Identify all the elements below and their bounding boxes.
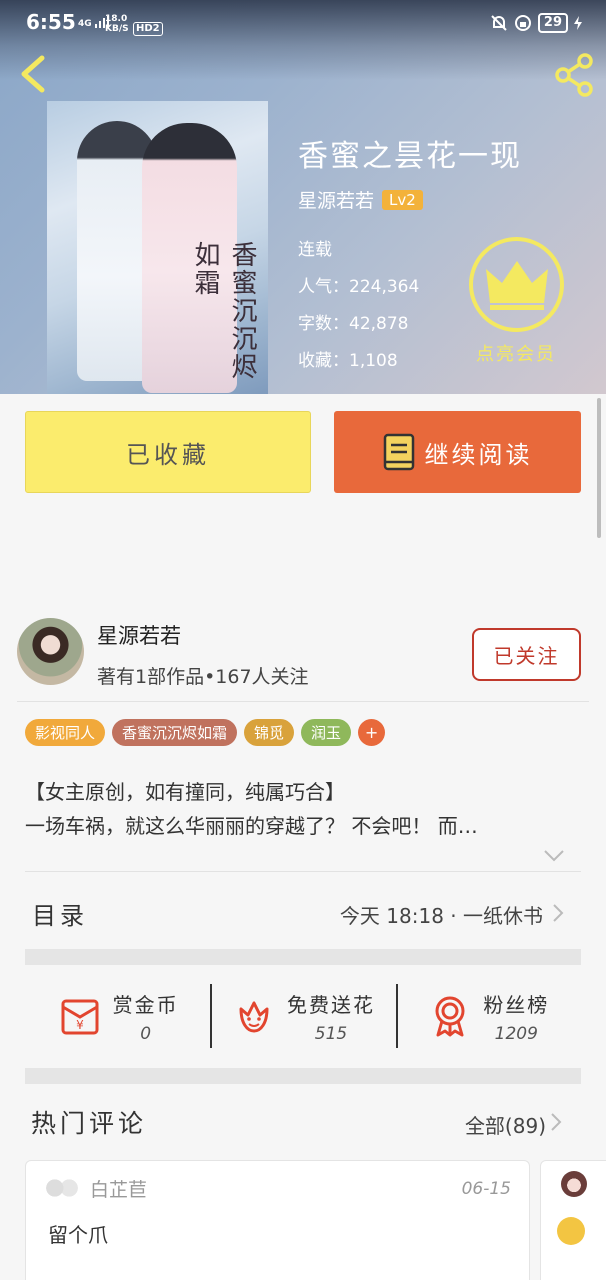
all-comments-link[interactable]: 全部(89) xyxy=(465,1110,546,1139)
commenter-name: 白芷苣 xyxy=(90,1179,148,1201)
stat-value: 515 xyxy=(314,1023,348,1044)
book-icon xyxy=(383,433,414,471)
stat-value: 0 xyxy=(140,1023,152,1044)
cover-title: 香蜜沉沉烬如霜 xyxy=(190,241,257,381)
comment-date: 06-15 xyxy=(461,1179,511,1199)
battery-indicator: 29 xyxy=(537,13,568,33)
medal-icon xyxy=(435,996,465,1037)
synopsis[interactable]: 【女主原创，如有撞同，纯属巧合】 一场车祸，就这么华丽丽的穿越了？ 不会吧！ 而… xyxy=(25,775,565,843)
continue-reading-label: 继续阅读 xyxy=(424,440,533,469)
book-title: 香蜜之昙花一现 xyxy=(298,139,522,174)
section-separator xyxy=(25,1068,581,1084)
svg-text:¥: ¥ xyxy=(76,1018,84,1032)
stat-label: 免费送花 xyxy=(286,992,375,1017)
hot-comments-title: 热门评论 xyxy=(31,1109,148,1138)
stat-value: 1209 xyxy=(494,1023,538,1044)
chevron-right-icon[interactable] xyxy=(550,1112,562,1132)
collected-label: 已收藏 xyxy=(126,440,210,469)
book-author[interactable]: 星源若若 xyxy=(298,186,374,213)
divider xyxy=(25,871,581,872)
network-speed: 18.0 KB/S xyxy=(105,14,129,34)
author-avatar[interactable] xyxy=(17,618,84,685)
author-name[interactable]: 星源若若 xyxy=(97,620,181,650)
author-level-badge: Lv2 xyxy=(382,189,423,210)
status-time: 6:55 xyxy=(26,10,76,34)
fan-ranking-button[interactable]: 粉丝榜 1209 xyxy=(395,978,581,1054)
stat-text: 赏金币 0 xyxy=(113,989,179,1044)
synopsis-line: 一场车祸，就这么华丽丽的穿越了？ 不会吧！ 而… xyxy=(25,814,478,838)
book-word-count: 字数：42,878 xyxy=(298,314,409,334)
comment-card[interactable] xyxy=(540,1160,606,1280)
vip-button[interactable]: 点亮会员 xyxy=(466,237,566,366)
stat-text: 粉丝榜 1209 xyxy=(483,989,549,1044)
synopsis-line: 【女主原创，如有撞同，纯属巧合】 xyxy=(25,780,345,804)
chevron-left-icon xyxy=(21,55,45,93)
flower-icon xyxy=(239,1001,269,1033)
smile-emoji-icon xyxy=(557,1217,585,1245)
stat-text: 免费送花 515 xyxy=(287,989,375,1044)
section-separator xyxy=(25,949,581,965)
scrollbar[interactable] xyxy=(597,398,601,538)
tag-item[interactable]: 锦觅 xyxy=(244,719,295,746)
commenter-avatar xyxy=(561,1171,587,1197)
speed-value: 18.0 xyxy=(105,14,128,24)
share-button[interactable] xyxy=(552,52,598,98)
stat-label: 粉丝榜 xyxy=(483,992,550,1017)
status-right: 29 xyxy=(490,13,582,33)
chevron-right-icon xyxy=(553,904,564,922)
comment-card[interactable]: 白芷苣 06-15 留个爪 xyxy=(25,1160,530,1280)
comment-text: 留个爪 xyxy=(48,1223,108,1247)
red-envelope-icon: ¥ xyxy=(61,999,99,1035)
hd-badge: HD2 xyxy=(133,22,163,36)
reward-coins-button[interactable]: ¥ 赏金币 0 xyxy=(25,978,210,1054)
book-cover[interactable]: 香蜜沉沉烬如霜 xyxy=(47,101,268,394)
book-favorites: 收藏：1,108 xyxy=(298,351,398,371)
crown-icon xyxy=(485,261,548,310)
status-bar: 6:55 4G 18.0 KB/S HD2 29 xyxy=(0,0,606,46)
toc-label: 目录 xyxy=(32,902,88,930)
speed-unit: KB/S xyxy=(105,24,129,34)
tag-list: 影视同人 香蜜沉沉烬如霜 锦觅 润玉 + xyxy=(25,719,386,746)
stats-bar: ¥ 赏金币 0 免费送花 515 粉丝榜 1209 xyxy=(25,978,581,1054)
divider xyxy=(17,701,589,702)
network-type: 4G xyxy=(78,19,92,29)
mute-bell-icon xyxy=(491,15,507,31)
lock-rotation-icon xyxy=(514,15,531,31)
share-icon xyxy=(555,53,593,97)
book-meta: 连载 人气：224,364 字数：42,878 收藏：1,108 xyxy=(298,232,419,380)
follow-label: 已关注 xyxy=(493,644,560,668)
commenter-avatar xyxy=(44,1175,80,1201)
back-button[interactable] xyxy=(14,52,54,96)
author-stats: 著有1部作品•167人关注 xyxy=(97,666,309,688)
free-flower-button[interactable]: 免费送花 515 xyxy=(210,978,395,1054)
follow-button[interactable]: 已关注 xyxy=(472,628,581,681)
chevron-down-icon[interactable] xyxy=(543,848,565,862)
book-status: 连载 xyxy=(298,240,332,260)
toc-row[interactable]: 目录 今天 18:18 · 一纸休书 xyxy=(25,888,581,936)
charging-icon xyxy=(574,16,582,30)
tag-item[interactable]: 润玉 xyxy=(301,719,352,746)
toc-latest-chapter: 今天 18:18 · 一纸休书 xyxy=(339,904,543,928)
vip-label: 点亮会员 xyxy=(476,344,556,365)
tag-item[interactable]: 影视同人 xyxy=(25,719,106,746)
continue-reading-button[interactable]: 继续阅读 xyxy=(334,411,581,493)
book-author-row: 星源若若 Lv2 xyxy=(298,186,423,213)
tag-item[interactable]: 香蜜沉沉烬如霜 xyxy=(112,719,238,746)
add-tag-button[interactable]: + xyxy=(358,719,386,746)
vip-circle xyxy=(468,237,564,332)
collected-button[interactable]: 已收藏 xyxy=(25,411,311,493)
stat-label: 赏金币 xyxy=(112,992,179,1017)
book-popularity: 人气：224,364 xyxy=(298,277,420,297)
